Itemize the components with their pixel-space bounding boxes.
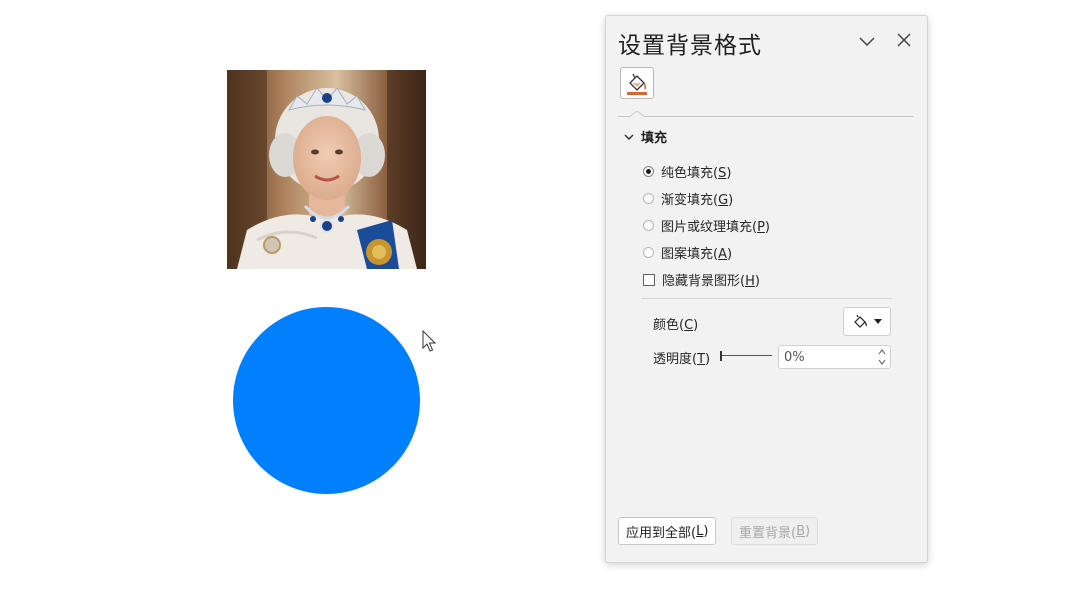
fill-tab-button[interactable] (620, 67, 654, 99)
slider-track (720, 355, 772, 356)
gradient-fill-radio[interactable]: 渐变填充(G) (643, 189, 733, 208)
apply-to-all-button[interactable]: 应用到全部(L) (618, 517, 717, 545)
transparency-slider[interactable] (720, 351, 772, 361)
blue-circle-shape[interactable] (233, 307, 420, 494)
tab-divider (618, 116, 914, 117)
option-label: 图案填充(A) (661, 247, 733, 262)
spin-up-icon[interactable] (878, 348, 886, 356)
radio-selected[interactable] (643, 166, 654, 177)
pattern-fill-radio[interactable]: 图案填充(A) (643, 243, 732, 262)
picture-texture-fill-radio[interactable]: 图片或纹理填充(P) (643, 216, 770, 235)
reset-background-button[interactable]: 重置背景(B) (731, 517, 819, 545)
color-picker-button[interactable] (843, 307, 891, 336)
paint-bucket-icon (627, 73, 647, 95)
solid-fill-radio[interactable]: 纯色填充(S) (643, 162, 731, 181)
portrait-photo[interactable] (227, 70, 426, 269)
pane-title: 设置背景格式 (618, 33, 762, 59)
color-label: 颜色(C) (653, 318, 699, 333)
option-label: 纯色填充(S) (661, 166, 732, 181)
portrait-image (227, 70, 426, 269)
radio-unselected[interactable] (643, 247, 654, 258)
arrow-pointer-icon (422, 330, 437, 352)
section-divider (641, 298, 892, 299)
format-background-pane: 设置背景格式 填充 纯色填充(S) 渐变填充(G) 图片或纹理填充(P) 图案填… (605, 15, 928, 563)
chevron-down-icon (624, 133, 634, 140)
spin-down-icon[interactable] (878, 358, 886, 366)
option-label: 图片或纹理填充(P) (661, 220, 770, 235)
checkbox[interactable] (643, 273, 655, 286)
tab-indicator (629, 111, 645, 118)
hide-background-graphics-checkbox[interactable]: 隐藏背景图形(H) (643, 270, 760, 289)
fill-section-header[interactable]: 填充 (623, 127, 667, 146)
chevron-down-icon[interactable] (857, 31, 877, 51)
option-label: 渐变填充(G) (661, 193, 734, 208)
dropdown-arrow-icon (873, 318, 882, 324)
close-icon[interactable] (894, 30, 914, 50)
transparency-input[interactable] (784, 349, 869, 365)
transparency-label: 透明度(T) (653, 352, 711, 367)
slider-thumb[interactable] (720, 351, 722, 361)
transparency-spinbox[interactable] (778, 345, 891, 369)
option-label: 隐藏背景图形(H) (662, 274, 760, 289)
fill-section-label: 填充 (641, 131, 668, 146)
paint-bucket-icon (853, 314, 867, 328)
radio-unselected[interactable] (643, 193, 654, 204)
radio-unselected[interactable] (643, 220, 654, 231)
